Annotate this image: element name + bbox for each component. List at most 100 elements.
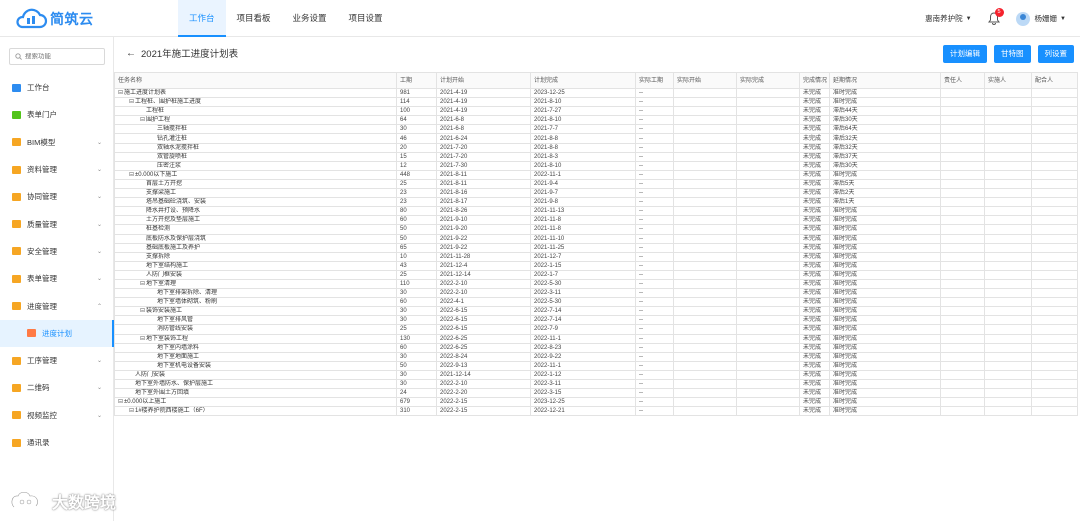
impl-cell bbox=[984, 251, 1032, 262]
sidebar: 工作台表单门户 BIM模型 ⌄ 资料管理 ⌄ 协同管理 ⌄ 质量管理 ⌄ 安全管理 ⌄ 表单管理 ⌄ 进度… bbox=[0, 37, 114, 521]
schedule-table-container[interactable]: 任务名称 工期 计划开始 计划完成 实际工期 实际开始 实际完成 完成情况 延期情况 责任人 实施人… bbox=[114, 72, 1080, 521]
table-row[interactable]: 人防门框安装 25 2021-12-14 2022-1-7 -- 未完成 准时完成 bbox=[114, 269, 1078, 280]
table-row[interactable]: 地下室排架拆除、清理 30 2022-2-10 2022-3-11 -- 未完成 准时完成 bbox=[114, 288, 1078, 299]
table-row[interactable]: 地下室墙体砌筑、粉刷 60 2022-4-1 2022-5-30 -- 未完成 准时完成 bbox=[114, 297, 1078, 308]
user-menu[interactable]: 杨姗姗 ▼ bbox=[1015, 11, 1066, 26]
table-row[interactable]: ⊟地下室装饰工程 130 2022-6-25 2022-11-1 -- 未完成 准时完成 bbox=[114, 333, 1078, 344]
column-header[interactable]: 延期情况 bbox=[829, 72, 941, 89]
table-row[interactable]: 地下室内墙涂料 60 2022-6-25 2022-8-23 -- 未完成 准时完成 bbox=[114, 342, 1078, 353]
status-cell: 未完成 bbox=[799, 233, 830, 244]
table-row[interactable]: 双轴水泥搅拌桩 20 2021-7-20 2021-8-8 -- 未完成 滞后32天 bbox=[114, 142, 1078, 153]
aend-cell bbox=[736, 406, 800, 417]
table-row[interactable]: 地下室排风管 30 2022-6-15 2022-7-14 -- 未完成 准时完成 bbox=[114, 315, 1078, 326]
owner-cell bbox=[940, 242, 985, 253]
table-row[interactable]: 地下室机电设备安装 50 2022-9-13 2022-11-1 -- 未完成 准时完成 bbox=[114, 360, 1078, 371]
table-row[interactable]: 三轴搅拌桩 30 2021-6-8 2021-7-7 -- 未完成 滞后64天 bbox=[114, 124, 1078, 135]
table-row[interactable]: 地下室地面施工 30 2022-8-24 2022-9-22 -- 未完成 准时完成 bbox=[114, 351, 1078, 362]
table-row[interactable]: 底板防水及保护层浇筑 50 2021-9-22 2021-11-10 -- 未完成 准时完成 bbox=[114, 233, 1078, 244]
column-header[interactable]: 计划开始 bbox=[436, 72, 531, 89]
adur-cell: -- bbox=[635, 233, 674, 244]
toolbar-button[interactable]: 甘特图 bbox=[994, 45, 1031, 63]
table-row[interactable]: 降水井打设、预降水 80 2021-8-26 2021-11-13 -- 未完成 准时完成 bbox=[114, 206, 1078, 217]
column-header[interactable]: 任务名称 bbox=[114, 72, 397, 89]
table-row[interactable]: 人防门安装 30 2021-12-14 2022-1-12 -- 未完成 准时完成 bbox=[114, 369, 1078, 381]
table-row[interactable]: 基础底板施工及养护 65 2021-9-22 2021-11-25 -- 未完成 准时完成 bbox=[114, 242, 1078, 253]
org-selector[interactable]: 惠南养护院 ▼ bbox=[925, 13, 971, 24]
search-box[interactable] bbox=[9, 48, 105, 65]
sidebar-item[interactable]: 进度计划 bbox=[0, 319, 114, 347]
column-header[interactable]: 工期 bbox=[396, 72, 437, 89]
sidebar-item[interactable]: 工序管理 ⌄ bbox=[0, 347, 114, 374]
status-cell: 未完成 bbox=[799, 260, 830, 271]
sidebar-item[interactable]: 协同管理 ⌄ bbox=[0, 183, 114, 210]
column-header[interactable]: 实际开始 bbox=[673, 72, 737, 89]
sidebar-item[interactable]: 进度管理 ⌃ bbox=[0, 292, 114, 319]
owner-cell bbox=[940, 388, 985, 399]
table-row[interactable]: 支撑拆除 10 2021-11-28 2021-12-7 -- 未完成 准时完成 bbox=[114, 251, 1078, 262]
search-input[interactable] bbox=[25, 53, 99, 60]
table-row[interactable]: 塔吊基础砼浇筑、安装 23 2021-8-17 2021-9-8 -- 未完成 滞后1天 bbox=[114, 197, 1078, 208]
task-name-cell: ⊟地下室清理 bbox=[114, 278, 397, 290]
table-row[interactable]: 地下室外墙防水、保护层施工 30 2022-2-10 2022-3-11 -- 未完成 准时… bbox=[114, 378, 1078, 390]
table-row[interactable]: 地下室结构施工 43 2021-12-4 2022-1-15 -- 未完成 准时完成 bbox=[114, 260, 1078, 271]
start-cell: 2022-6-15 bbox=[436, 315, 531, 326]
table-row[interactable]: 地下室外围土方回填 24 2022-2-20 2022-3-15 -- 未完成 准时完成 bbox=[114, 388, 1078, 399]
end-cell: 2021-9-7 bbox=[530, 188, 636, 199]
end-cell: 2022-3-11 bbox=[530, 288, 636, 299]
column-header[interactable]: 实施人 bbox=[984, 72, 1032, 89]
column-header[interactable]: 计划完成 bbox=[530, 72, 636, 89]
task-name: 支撑拆除 bbox=[146, 253, 171, 260]
column-header[interactable]: 责任人 bbox=[940, 72, 985, 89]
table-row[interactable]: ⊟围护工程 64 2021-6-8 2021-8-10 -- 未完成 滞后30天 bbox=[114, 115, 1078, 126]
astart-cell bbox=[673, 351, 737, 362]
table-row[interactable]: 钻孔灌注桩 46 2021-6-24 2021-8-8 -- 未完成 滞后32天 bbox=[114, 133, 1078, 144]
chevron-up-icon: ⌃ bbox=[96, 303, 102, 310]
table-row[interactable]: ⊟1#楼养护院西楼施工（6F） 310 2022-2-15 2022-12-21 -- 未… bbox=[114, 406, 1078, 417]
end-cell: 2021-11-13 bbox=[530, 206, 636, 217]
nav-tab[interactable]: 项目设置 bbox=[338, 0, 394, 37]
column-header[interactable]: 配合人 bbox=[1031, 72, 1078, 89]
sidebar-item[interactable]: 表单管理 ⌄ bbox=[0, 265, 114, 292]
table-row[interactable]: 桩基检测 50 2021-9-20 2021-11-8 -- 未完成 准时完成 bbox=[114, 224, 1078, 235]
column-header[interactable]: 实际完成 bbox=[736, 72, 800, 89]
task-name-cell: 双轴水泥搅拌桩 bbox=[114, 142, 397, 153]
table-row[interactable]: ⊟±0.000以上施工 679 2022-2-15 2023-12-25 -- 未完成 准时… bbox=[114, 397, 1078, 408]
table-row[interactable]: 支撑梁施工 23 2021-8-16 2021-9-7 -- 未完成 滞后2天 bbox=[114, 188, 1078, 199]
back-arrow-icon[interactable]: ← bbox=[126, 48, 136, 59]
sidebar-item[interactable]: 视频监控 ⌄ bbox=[0, 402, 114, 429]
table-row[interactable]: 土方开挖及垫层施工 60 2021-9-10 2021-11-8 -- 未完成 准时完成 bbox=[114, 215, 1078, 226]
table-row[interactable]: 双管旋喷桩 15 2021-7-20 2021-8-3 -- 未完成 滞后37天 bbox=[114, 151, 1078, 162]
table-row[interactable]: 工程桩 100 2021-4-19 2021-7-27 -- 未完成 滞后44天 bbox=[114, 106, 1078, 117]
nav-tab[interactable]: 业务设置 bbox=[282, 0, 338, 37]
column-header[interactable]: 完成情况 bbox=[799, 72, 830, 89]
sidebar-item[interactable]: 质量管理 ⌄ bbox=[0, 210, 114, 237]
table-row[interactable]: ⊟±0.000以下施工 448 2021-8-11 2022-11-1 -- 未完成 准时完… bbox=[114, 169, 1078, 180]
sidebar-item[interactable]: BIM模型 ⌄ bbox=[0, 129, 114, 156]
sidebar-item[interactable]: 工作台 bbox=[0, 74, 114, 101]
end-cell: 2021-8-8 bbox=[530, 133, 636, 144]
notification-button[interactable]: 5 bbox=[987, 7, 1004, 26]
sidebar-item[interactable]: 二维码 ⌄ bbox=[0, 374, 114, 401]
folder-icon bbox=[12, 247, 21, 256]
table-row[interactable]: ⊟装饰安装施工 30 2022-6-15 2022-7-14 -- 未完成 准时完成 bbox=[114, 306, 1078, 317]
table-row[interactable]: 消防管线安装 25 2022-6-15 2022-7-9 -- 未完成 准时完成 bbox=[114, 324, 1078, 335]
brand-logo[interactable]: 简筑云 bbox=[14, 7, 94, 31]
sidebar-item[interactable]: 安全管理 ⌄ bbox=[0, 238, 114, 265]
sidebar-item[interactable]: 表单门户 bbox=[0, 101, 114, 128]
table-row[interactable]: 首层土方开挖 25 2021-8-11 2021-9-4 -- 未完成 滞后5天 bbox=[114, 178, 1078, 190]
nav-tab[interactable]: 工作台 bbox=[178, 0, 226, 37]
toolbar-button[interactable]: 列设置 bbox=[1037, 45, 1074, 63]
astart-cell bbox=[673, 242, 737, 253]
sidebar-item[interactable]: 通讯录 bbox=[0, 429, 114, 456]
sidebar-item[interactable]: 资料管理 ⌄ bbox=[0, 156, 114, 183]
table-row[interactable]: ⊟工程桩、围护桩施工进度 114 2021-4-19 2021-8-10 -- 未完成 准时… bbox=[114, 97, 1078, 108]
table-row[interactable]: ⊟地下室清理 110 2022-2-10 2022-5-30 -- 未完成 准时完成 bbox=[114, 278, 1078, 290]
nav-tab[interactable]: 项目看板 bbox=[226, 0, 282, 37]
dur-cell: 43 bbox=[396, 260, 437, 271]
task-name-cell: 地下室地面施工 bbox=[114, 351, 397, 362]
toolbar-button[interactable]: 计划编辑 bbox=[943, 45, 987, 63]
impl-cell bbox=[984, 369, 1032, 381]
table-row[interactable]: ⊟施工进度计划表 981 2021-4-19 2023-12-25 -- 未完成 准时完成 bbox=[114, 87, 1078, 99]
table-row[interactable]: 压密注浆 12 2021-7-30 2021-8-10 -- 未完成 滞后30天 bbox=[114, 160, 1078, 171]
column-header[interactable]: 实际工期 bbox=[635, 72, 674, 89]
